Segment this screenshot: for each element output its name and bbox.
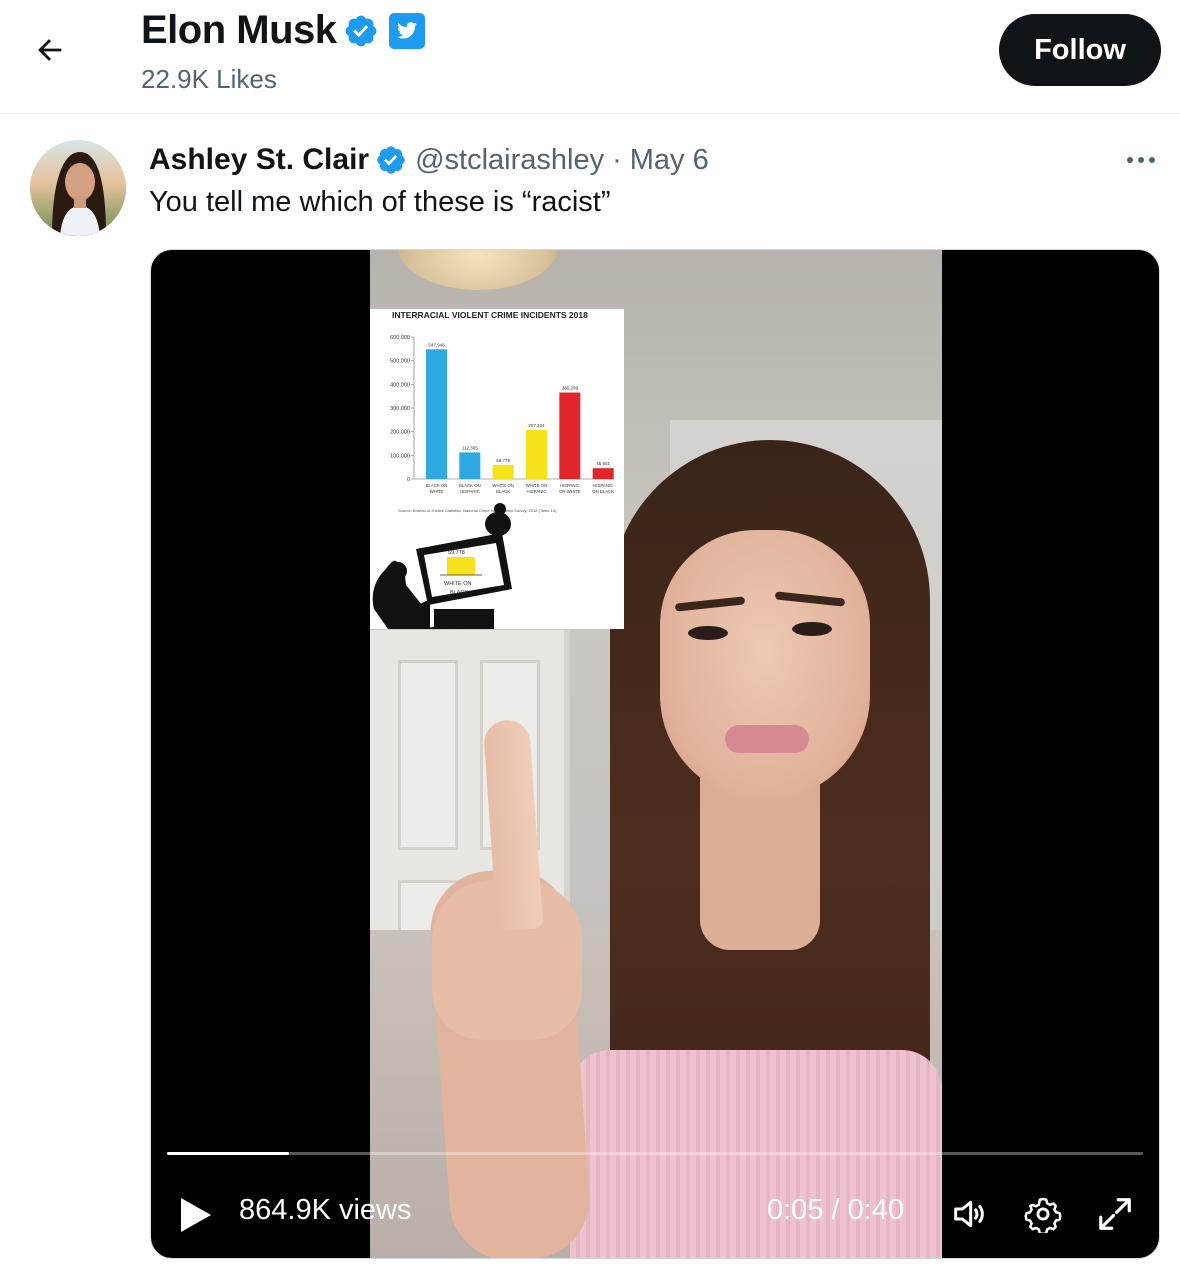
video-frame: INTERRACIAL VIOLENT CRIME INCIDENTS 2018…	[370, 250, 942, 1258]
bar-value-label: 207,104	[528, 423, 545, 428]
header-title: Elon Musk	[141, 8, 425, 53]
y-tick-label: 300,000	[390, 406, 410, 412]
verified-badge-icon	[375, 144, 407, 176]
x-category-label: BLACK	[496, 489, 510, 494]
cartoon-bar	[447, 557, 475, 575]
y-tick-label: 0	[407, 477, 410, 483]
chart-source: Source: Bureau of Justice Statistics, Na…	[398, 508, 557, 513]
ceiling-lamp	[398, 250, 558, 290]
chart-bar	[492, 464, 514, 479]
bar-chart: INTERRACIAL VIOLENT CRIME INCIDENTS 2018…	[372, 310, 615, 629]
volume-icon	[954, 1200, 984, 1228]
tv-cartoon: 59,778 WHITE ON BLACK	[372, 503, 512, 629]
bar-value-label: 59,778	[496, 458, 510, 463]
chart-image: INTERRACIAL VIOLENT CRIME INCIDENTS 2018…	[370, 309, 624, 629]
x-category-label: WHITE ON	[526, 483, 547, 488]
bar-value-label: 547,948	[428, 342, 445, 347]
arrow-left-icon	[38, 39, 62, 61]
author-name[interactable]: Ashley St. Clair	[149, 143, 369, 177]
y-tick-label: 600,000	[390, 335, 410, 341]
separator-dot: ·	[612, 143, 622, 176]
chart-bar	[559, 392, 581, 479]
gear-icon	[1024, 1197, 1062, 1233]
bar-value-label: 45,651	[596, 461, 610, 466]
x-category-label: BLACK ON	[459, 483, 481, 488]
bar-value-label: 112,365	[462, 445, 478, 450]
fullscreen-button[interactable]	[1093, 1192, 1137, 1236]
bar-value-label: 365,299	[562, 386, 579, 391]
x-category-label: HISPANIC	[593, 483, 613, 488]
tweet-header: Ashley St. Clair @stclairashley · May 6	[149, 140, 709, 180]
cartoon-label-2: BLACK	[450, 590, 468, 596]
person-face	[660, 530, 870, 800]
x-category-label: WHITE ON	[492, 483, 513, 488]
tweet-date[interactable]: May 6	[630, 144, 709, 177]
x-category-label: ON BLACK	[592, 489, 614, 494]
chart-bar	[459, 452, 481, 479]
chart-bar	[426, 349, 447, 479]
x-category-label: HISPANIC	[560, 483, 580, 488]
play-button[interactable]	[173, 1192, 219, 1238]
likes-count: 22.9K Likes	[141, 64, 277, 94]
profile-name: Elon Musk	[141, 8, 337, 52]
more-options-button[interactable]	[1116, 146, 1166, 174]
chart-bar	[526, 429, 547, 479]
x-category-label: HISPANIC	[460, 489, 480, 494]
progress-fill	[167, 1152, 289, 1155]
progress-bar[interactable]	[167, 1152, 1143, 1155]
play-icon	[181, 1198, 211, 1232]
video-time: 0:05 / 0:40	[767, 1194, 905, 1226]
y-tick-label: 100,000	[390, 453, 410, 459]
x-category-label: ON WHITE	[559, 489, 581, 494]
y-tick-label: 500,000	[390, 359, 410, 365]
tweet-text: You tell me which of these is “racist”	[149, 186, 611, 218]
view-count: 864.9K views	[239, 1194, 412, 1226]
y-tick-label: 200,000	[390, 430, 410, 436]
volume-button[interactable]	[947, 1192, 991, 1236]
more-horizontal-icon	[1127, 157, 1133, 163]
cartoon-label-1: WHITE ON	[444, 581, 472, 587]
fullscreen-icon	[1099, 1198, 1131, 1230]
settings-button[interactable]	[1021, 1192, 1065, 1236]
x-category-label: BLACK ON	[426, 483, 448, 488]
chart-bar	[592, 468, 614, 479]
twitter-bird-icon	[388, 12, 425, 49]
chart-title: INTERRACIAL VIOLENT CRIME INCIDENTS 2018	[392, 310, 588, 320]
follow-button[interactable]: Follow	[999, 14, 1161, 86]
x-category-label: HISPANIC	[527, 489, 547, 494]
y-tick-label: 400,000	[390, 382, 410, 388]
x-category-label: WHITE	[430, 489, 444, 494]
cartoon-value: 59,778	[448, 550, 465, 556]
verified-badge-icon	[343, 13, 379, 49]
back-button[interactable]	[26, 26, 74, 74]
video-player[interactable]: INTERRACIAL VIOLENT CRIME INCIDENTS 2018…	[150, 249, 1160, 1259]
avatar[interactable]	[30, 140, 126, 236]
chart-bars: 547,948BLACK ONWHITE112,365BLACK ONHISPA…	[426, 342, 615, 494]
author-handle[interactable]: @stclairashley	[415, 144, 604, 177]
profile-header: Elon Musk 22.9K Likes Follow	[0, 0, 1180, 114]
